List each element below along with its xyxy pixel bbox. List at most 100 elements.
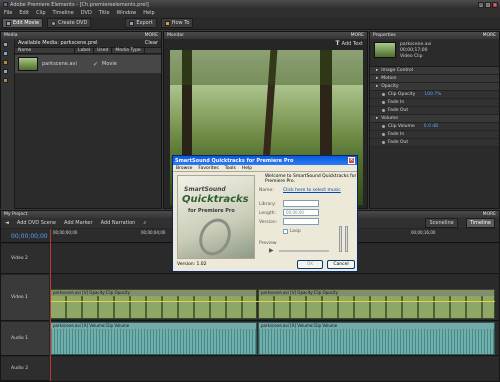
zoom-out-icon[interactable]: ◄ <box>5 220 9 226</box>
add-dvd-scene-button[interactable]: Add DVD Scene <box>17 220 56 226</box>
minimize-button[interactable]: _ <box>478 1 484 8</box>
dialog-title-bar: SmartSound Quicktracks for Premiere Pro … <box>173 156 357 165</box>
dialog-menu-tools[interactable]: Tools <box>225 166 236 171</box>
volume-slider-a[interactable] <box>339 226 342 252</box>
loop-checkbox[interactable] <box>283 229 288 234</box>
expand-arrow-icon[interactable]: ▸ <box>376 76 378 81</box>
clear-button[interactable]: Clear <box>145 40 158 46</box>
edit-movie-button[interactable]: Edit Movie <box>2 18 44 28</box>
dialog-menu-browse[interactable]: Browse <box>176 166 192 171</box>
menu-window[interactable]: Window <box>117 10 137 16</box>
playhead[interactable] <box>50 229 51 381</box>
menu-title[interactable]: Title <box>99 10 110 16</box>
track-header-video1[interactable]: Video 1 <box>1 275 49 321</box>
audio-clip-b[interactable]: parkscene.avi [A] Volume:Clip Volume <box>258 322 495 355</box>
property-label: Opacity <box>381 84 399 89</box>
track-audio2[interactable] <box>50 357 499 381</box>
clip-kind: Video Clip <box>400 54 423 59</box>
menu-file[interactable]: File <box>4 10 12 16</box>
media-tool-strip <box>1 39 15 209</box>
maximize-button[interactable]: □ <box>485 1 491 8</box>
property-row-fade-in[interactable]: Fade In <box>370 131 499 139</box>
length-field[interactable]: 00;00;00 <box>283 209 319 216</box>
cancel-button[interactable]: Cancel <box>327 260 355 269</box>
expand-arrow-icon[interactable]: ▸ <box>376 84 378 89</box>
media-view-icon[interactable] <box>3 51 8 56</box>
video-clip-b-frames <box>259 296 494 318</box>
keyframe-dot-icon <box>382 93 385 96</box>
welcome-text: Welcome to SmartSound Quicktracks for Pr… <box>265 174 357 184</box>
timeline-button[interactable]: Timeline <box>465 218 495 228</box>
property-value[interactable]: 0.0 dB <box>424 124 439 129</box>
export-button[interactable]: Export <box>125 18 157 28</box>
menu-dvd[interactable]: DVD <box>81 10 92 16</box>
col-label[interactable]: Label <box>75 48 95 53</box>
media-item-type: Movie <box>102 61 117 67</box>
media-list-item[interactable]: parkscene.avi ✔ Movie <box>15 55 161 73</box>
preview-progress[interactable] <box>279 250 329 252</box>
dialog-menu-favorites[interactable]: Favorites <box>198 166 218 171</box>
property-row-opacity[interactable]: ▸ Opacity <box>370 83 499 91</box>
add-narration-button[interactable]: Add Narration <box>101 220 136 226</box>
col-name[interactable]: Name <box>15 48 75 53</box>
media-thumbnail <box>18 57 38 71</box>
organizer-icon[interactable] <box>3 42 8 47</box>
version-select[interactable] <box>283 218 319 225</box>
ok-button[interactable]: OK <box>297 260 323 269</box>
current-timecode[interactable]: 00;00;00;00 <box>11 233 48 240</box>
video-clip-b[interactable]: parkscene.avi [V] Opacity:Clip Opacity <box>258 289 495 319</box>
title-bar: Adobe Premiere Elements - [Ch.premiereel… <box>0 0 500 9</box>
property-value[interactable]: 100.7% <box>424 92 441 97</box>
dialog-menu: Browse Favorites Tools Help <box>173 165 357 172</box>
monitor-more-button[interactable]: MORE <box>351 33 364 38</box>
export-icon <box>129 20 135 26</box>
select-music-link[interactable]: Click here to select music <box>283 188 341 193</box>
search-icon[interactable]: ⌕ <box>143 220 146 226</box>
dialog-close-button[interactable]: × <box>348 157 355 164</box>
logo-brand: SmartSound <box>184 186 226 193</box>
media-more-button[interactable]: MORE <box>145 33 158 38</box>
dialog-menu-help[interactable]: Help <box>242 166 252 171</box>
add-marker-button[interactable]: Add Marker <box>64 220 93 226</box>
property-row-motion[interactable]: ▸ Motion <box>370 75 499 83</box>
preview-play-icon[interactable]: ▶ <box>269 247 274 254</box>
property-row-fade-in[interactable]: Fade In <box>370 99 499 107</box>
property-row-fade-out[interactable]: Fade Out <box>370 139 499 147</box>
menu-edit[interactable]: Edit <box>19 10 29 16</box>
titles-icon[interactable] <box>3 78 8 83</box>
dialog-title: SmartSound Quicktracks for Premiere Pro <box>175 157 294 164</box>
property-row-fade-out[interactable]: Fade Out <box>370 107 499 115</box>
library-field[interactable] <box>283 200 319 207</box>
audio-waveform-a <box>51 329 256 354</box>
track-header-audio1[interactable]: Audio 1 <box>1 322 49 356</box>
sceneline-button[interactable]: Sceneline <box>425 218 458 228</box>
col-used[interactable]: Used <box>94 48 113 53</box>
menu-clip[interactable]: Clip <box>36 10 45 16</box>
effects-icon[interactable] <box>3 60 8 65</box>
themes-icon[interactable] <box>3 69 8 74</box>
create-dvd-button[interactable]: Create DVD <box>47 18 92 28</box>
menu-help[interactable]: Help <box>143 10 154 16</box>
volume-slider-b[interactable] <box>345 226 348 252</box>
track-header-video2[interactable]: Video 2 <box>1 244 49 274</box>
expand-arrow-icon[interactable]: ▸ <box>376 68 378 73</box>
project-more-button[interactable]: MORE <box>483 212 496 217</box>
main-toolbar: Edit Movie Create DVD Export How To <box>0 17 500 30</box>
opacity-line[interactable] <box>50 301 495 302</box>
expand-arrow-icon[interactable]: ▸ <box>376 116 378 121</box>
property-label: Motion <box>381 76 397 81</box>
col-media-type[interactable]: Media Type <box>112 48 145 53</box>
properties-more-button[interactable]: MORE <box>483 33 496 38</box>
property-row-clip-volume[interactable]: Clip Volume 0.0 dB <box>370 123 499 131</box>
add-text-button[interactable]: Add Text <box>342 41 363 47</box>
track-header-audio2[interactable]: Audio 2 <box>1 357 49 381</box>
video-clip-a[interactable]: parkscene.avi [V] Opacity:Clip Opacity <box>50 289 257 319</box>
property-row-image-control[interactable]: ▸ Image Control <box>370 67 499 75</box>
close-button[interactable]: × <box>492 1 498 8</box>
audio-clip-a[interactable]: parkscene.avi [A] Volume:Clip Volume <box>50 322 257 355</box>
property-row-clip-opacity[interactable]: Clip Opacity 100.7% <box>370 91 499 99</box>
property-row-volume[interactable]: ▸ Volume <box>370 115 499 123</box>
how-to-button[interactable]: How To <box>160 18 194 28</box>
ruler-tick-1: 00;00;04;00 <box>141 230 166 235</box>
menu-timeline[interactable]: Timeline <box>53 10 74 16</box>
